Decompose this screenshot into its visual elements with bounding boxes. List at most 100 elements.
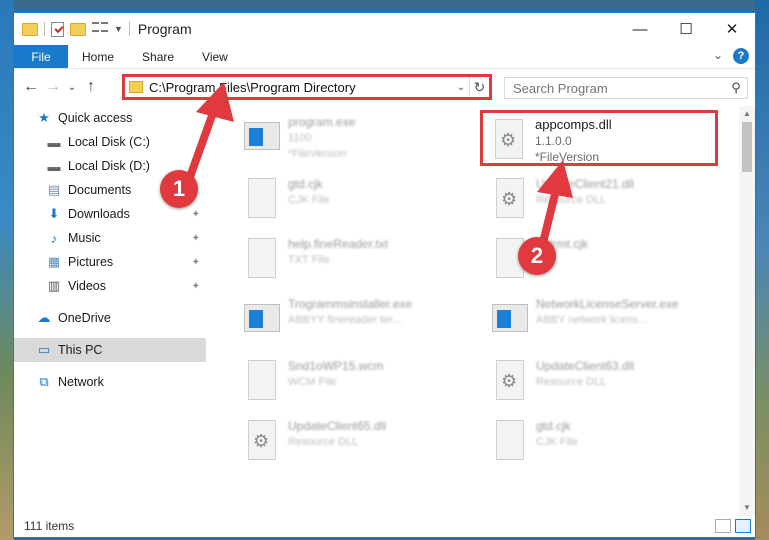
minimize-button[interactable]: — [617,13,663,45]
sidebar-item-this-pc[interactable]: ▭ This PC [14,338,206,362]
dll-gear-icon [496,360,524,400]
cloud-icon: ☁ [37,310,51,325]
quick-access-toolbar: ▼ [14,21,130,37]
file-name: gtd.cjk [288,177,323,191]
document-icon [496,420,524,460]
up-arrow-icon[interactable]: ↑ [80,78,102,96]
desktop-background-left [0,0,14,540]
file-description: *FileVersion [535,150,600,164]
forward-arrow-icon[interactable]: → [42,78,64,96]
drive-icon: ▬ [47,158,61,174]
window-controls: — ☐ ✕ [617,13,755,45]
application-icon [492,304,528,332]
sidebar-item-label: Quick access [58,111,133,125]
file-item[interactable]: UpdateClient21.dll Resource DLL [490,176,720,228]
sidebar-item-local-disk-c[interactable]: ▬ Local Disk (C:) [14,130,206,154]
tab-view[interactable]: View [188,45,242,68]
folder-icon [129,81,143,93]
recent-locations-chevron-icon[interactable]: ⌄ [64,82,80,93]
document-icon [248,238,276,278]
sidebar-item-pictures[interactable]: ▦ Pictures ✦ [14,250,206,274]
search-input[interactable] [513,80,725,96]
ribbon-right-controls: ⌄ ? [713,48,749,64]
file-type: Resource DLL [288,436,359,448]
sidebar-item-label: Local Disk (C:) [68,135,150,149]
step-badge-2: 2 [518,237,556,275]
sidebar-item-network[interactable]: ⧉ Network [14,370,206,394]
address-path[interactable]: C:\Program Files\Program Directory [149,80,453,95]
customize-toolbar-icon[interactable] [92,22,108,36]
sidebar-item-label: Network [58,375,104,389]
maximize-button[interactable]: ☐ [663,13,709,45]
file-item-appcomps-dll[interactable]: appcomps.dll 1.1.0.0 *FileVersion [480,110,718,166]
file-item[interactable]: gtd.cjk CJK File [490,418,720,470]
dll-gear-icon [496,178,524,218]
file-item[interactable]: help.fineReader.txt TXT File [242,236,462,288]
navigation-pane: ★ Quick access ▬ Local Disk (C:) ▬ Local… [14,106,206,516]
file-item[interactable]: NetworkLicenseServer.exe ABBY network li… [490,296,730,348]
sidebar-item-label: Videos [68,279,106,293]
tab-file[interactable]: File [14,45,68,68]
star-icon: ★ [38,110,50,125]
pictures-icon: ▦ [47,254,61,269]
file-item[interactable]: UpdateClient65.dll Resource DLL [242,418,462,470]
file-item[interactable]: UpdateClient63.dll Resource DLL [490,358,720,410]
file-item[interactable]: gtd.cjk CJK File [242,176,462,228]
file-name: NetworkLicenseServer.exe [536,297,679,311]
scrollbar-thumb[interactable] [742,122,752,172]
file-type: Resource DLL [536,376,607,388]
help-icon[interactable]: ? [733,48,749,64]
sidebar-item-quick-access[interactable]: ★ Quick access [14,106,206,130]
vertical-scrollbar[interactable]: ▲ ▼ [739,106,755,516]
file-version: 1100 [288,132,312,144]
file-item[interactable]: Trogrammsinstaller.exe ABBYY finereader … [242,296,472,348]
expand-ribbon-icon[interactable]: ⌄ [713,48,723,64]
sidebar-item-label: Pictures [68,255,114,269]
status-bar: 111 items [14,515,755,537]
file-name: UpdateClient65.dll [288,419,387,433]
pin-icon: ✦ [191,208,200,220]
chevron-down-icon[interactable]: ▼ [114,24,123,34]
large-icons-view-icon[interactable] [735,519,751,533]
tab-home[interactable]: Home [68,45,128,68]
sidebar-item-label: Music [68,231,101,245]
address-history-chevron-icon[interactable]: ⌄ [453,82,469,93]
properties-check-icon[interactable] [51,21,64,37]
details-view-icon[interactable] [715,519,731,533]
search-icon[interactable]: ⚲ [725,80,747,96]
file-name: Snd1oWP15.wcm [288,359,384,373]
file-name: gtd.cjk [536,419,571,433]
back-arrow-icon[interactable]: ← [20,78,42,96]
music-icon: ♪ [50,230,58,246]
title-bar: ▼ Program — ☐ ✕ [14,13,755,45]
drive-icon: ▬ [47,134,61,150]
sidebar-item-label: Local Disk (D:) [68,159,150,173]
ribbon-tabs: File Home Share View ⌄ ? [14,45,755,69]
file-item[interactable]: program.exe 1100 *FileVersion [242,114,462,166]
sidebar-item-label: This PC [58,343,103,357]
tab-share[interactable]: Share [128,45,188,68]
scroll-up-icon[interactable]: ▲ [739,106,755,122]
refresh-icon[interactable]: ↻ [469,77,489,97]
navigation-bar: ← → ⌄ ↑ C:\Program Files\Program Directo… [14,69,755,105]
sidebar-item-videos[interactable]: ▥ Videos ✦ [14,274,206,298]
scroll-down-icon[interactable]: ▼ [739,500,755,516]
file-item[interactable]: Snd1oWP15.wcm WCM File [242,358,462,410]
item-count: 111 items [24,519,75,533]
explorer-window: ▼ Program — ☐ ✕ File Home Share View ⌄ ?… [13,12,756,538]
address-bar[interactable]: C:\Program Files\Program Directory ⌄ ↻ [122,74,492,100]
view-toggle [715,519,751,533]
sidebar-item-onedrive[interactable]: ☁ OneDrive [14,306,206,330]
network-icon: ⧉ [39,374,49,389]
new-folder-icon[interactable] [70,22,86,36]
sidebar-item-music[interactable]: ♪ Music ✦ [14,226,206,250]
sidebar-item-label: Documents [68,183,132,197]
toolbar-divider [128,22,130,36]
search-box[interactable]: ⚲ [504,77,748,99]
close-button[interactable]: ✕ [709,13,755,45]
toolbar-divider [44,22,45,36]
application-icon [244,304,280,332]
file-name: help.fineReader.txt [288,237,389,251]
documents-icon: ▤ [47,182,61,197]
folder-icon [22,22,38,36]
